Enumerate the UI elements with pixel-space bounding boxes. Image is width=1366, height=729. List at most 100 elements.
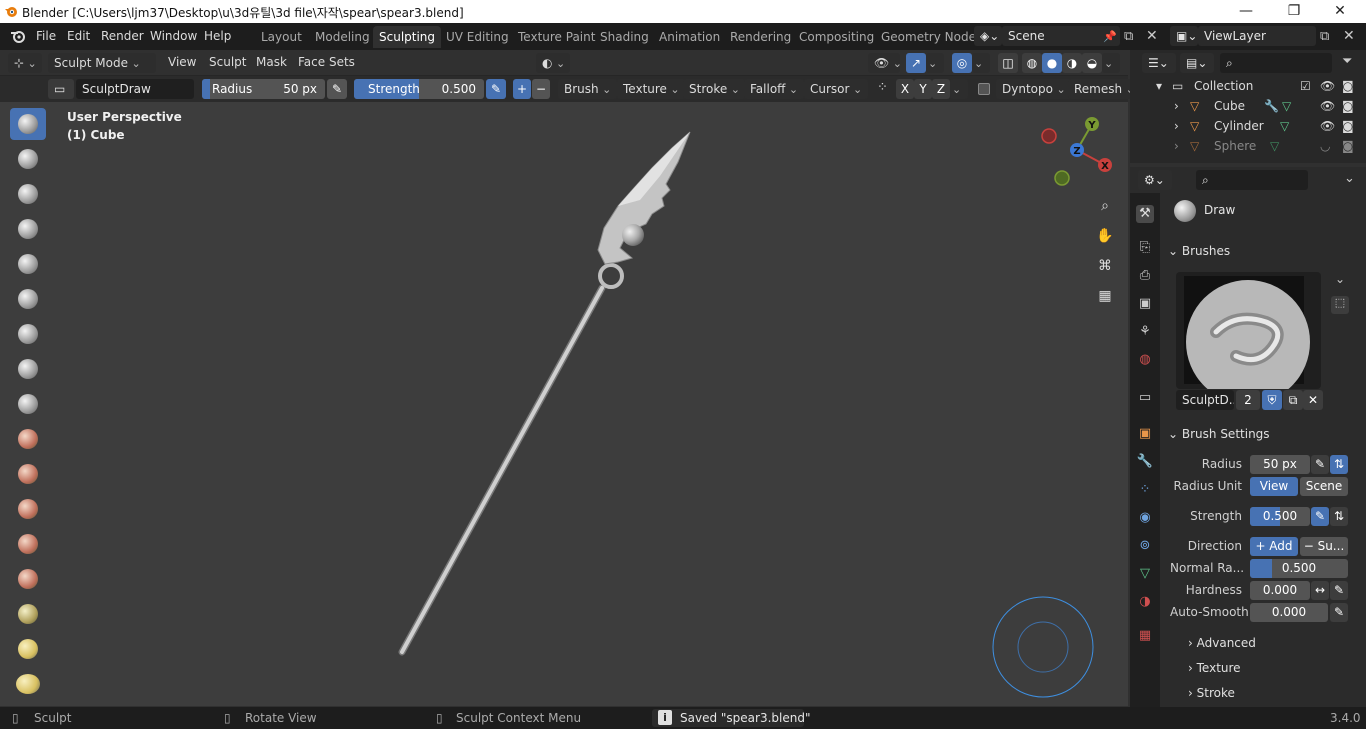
- rendered-shading-button[interactable]: ◒: [1082, 53, 1102, 73]
- strength-slider[interactable]: Strength 0.500: [354, 79, 484, 99]
- menu-window[interactable]: Window: [150, 29, 197, 43]
- brush-preview[interactable]: [1176, 272, 1321, 389]
- tool-pinch[interactable]: [10, 598, 46, 630]
- tab-sculpting[interactable]: Sculpting: [373, 26, 442, 48]
- brushes-panel-header[interactable]: ⌄ Brushes: [1168, 239, 1358, 263]
- tab-uv-editing[interactable]: UV Editing: [440, 26, 515, 48]
- camera-view-icon[interactable]: ⌘: [1093, 254, 1117, 278]
- hardness-field[interactable]: 0.000: [1250, 581, 1310, 600]
- texture-dropdown[interactable]: Texture: [617, 79, 686, 99]
- perspective-grid-icon[interactable]: ▦: [1093, 284, 1117, 308]
- strength-pressure-icon[interactable]: ✎: [486, 79, 506, 99]
- filter-icon[interactable]: ⏷: [1342, 54, 1352, 69]
- tool-tab-icon[interactable]: ⚒: [1136, 205, 1154, 223]
- menu-render[interactable]: Render: [101, 29, 144, 43]
- direction-subtract-button[interactable]: −: [532, 79, 550, 99]
- navigation-gizmo[interactable]: Y X Z: [1035, 116, 1115, 196]
- fake-user-shield-icon[interactable]: ⛨: [1262, 390, 1282, 410]
- material-shading-button[interactable]: ◑: [1062, 53, 1082, 73]
- status-report[interactable]: i Saved "spear3.blend": [652, 709, 810, 727]
- tab-compositing[interactable]: Compositing: [793, 26, 880, 48]
- properties-search-input[interactable]: ⌕: [1196, 170, 1308, 190]
- overlay-toggle-button[interactable]: ◎: [952, 53, 972, 73]
- outliner-editor-type[interactable]: ☰⌄: [1142, 53, 1176, 73]
- tab-animation[interactable]: Animation: [653, 26, 726, 48]
- blender-menu-icon[interactable]: [10, 29, 26, 43]
- radius-unified-icon[interactable]: ⇅: [1330, 455, 1348, 474]
- particles-tab-icon[interactable]: ⁘: [1136, 481, 1154, 499]
- tool-blob[interactable]: [10, 353, 46, 385]
- physics-tab-icon[interactable]: ◉: [1136, 509, 1154, 527]
- menu-file[interactable]: File: [36, 29, 56, 43]
- cursor-dropdown[interactable]: Cursor: [804, 79, 869, 99]
- viewlayer-selector-icon[interactable]: ▣⌄: [1170, 26, 1198, 46]
- maximize-button[interactable]: ❐: [1274, 2, 1314, 21]
- tool-draw[interactable]: [10, 108, 46, 140]
- data-tab-icon[interactable]: ▽: [1136, 565, 1154, 583]
- menu-face-sets[interactable]: Face Sets: [298, 55, 355, 69]
- falloff-dropdown[interactable]: Falloff: [744, 79, 805, 99]
- normal-radius-field[interactable]: 0.500: [1250, 559, 1348, 578]
- dyntopo-dropdown[interactable]: Dyntopo: [996, 79, 1072, 99]
- mode-dropdown[interactable]: Sculpt Mode: [48, 53, 156, 73]
- remove-viewlayer-icon[interactable]: ✕: [1343, 28, 1355, 44]
- direction-add-button[interactable]: +: [513, 79, 531, 99]
- brush-datablock-name[interactable]: SculptD...: [1176, 390, 1234, 410]
- outliner-search-input[interactable]: ⌕: [1220, 53, 1332, 73]
- render-tab-icon[interactable]: ⎘: [1136, 239, 1154, 257]
- outliner-row-sphere[interactable]: › ▽ Sphere ▽ ◡ ◙: [1130, 136, 1366, 156]
- scene-selector-icon[interactable]: ◈⌄: [974, 26, 1002, 46]
- brush-list-dropdown-icon[interactable]: ⌄: [1331, 272, 1349, 290]
- symmetry-z-button[interactable]: Z: [932, 79, 950, 99]
- hardness-pressure-icon[interactable]: ✎: [1330, 581, 1348, 600]
- editor-type-dropdown[interactable]: ⊹: [8, 53, 42, 73]
- properties-options-icon[interactable]: ⌄: [1344, 171, 1355, 186]
- tool-scrape[interactable]: [10, 528, 46, 560]
- menu-edit[interactable]: Edit: [67, 29, 90, 43]
- transform-pivot-dropdown[interactable]: ◐: [536, 53, 570, 73]
- auto-smooth-pressure-icon[interactable]: ✎: [1330, 603, 1348, 622]
- radius-unit-view-button[interactable]: View: [1250, 477, 1298, 496]
- collection-tab-icon[interactable]: ▭: [1136, 389, 1154, 407]
- brush-users-count[interactable]: 2: [1236, 390, 1260, 410]
- strength-pressure-icon[interactable]: ✎: [1311, 507, 1329, 526]
- outliner-row-cylinder[interactable]: › ▽ Cylinder ▽ 👁 ◙: [1130, 116, 1366, 136]
- wireframe-shading-button[interactable]: ◍: [1022, 53, 1042, 73]
- xray-toggle-button[interactable]: ◫: [998, 53, 1018, 73]
- output-tab-icon[interactable]: ⎙: [1136, 267, 1154, 285]
- view-layer-tab-icon[interactable]: ▣: [1136, 295, 1154, 313]
- gizmo-dropdown[interactable]: [926, 53, 944, 73]
- texture-tab-icon[interactable]: ▦: [1136, 627, 1154, 645]
- tool-clay[interactable]: [10, 178, 46, 210]
- new-viewlayer-icon[interactable]: ⧉: [1320, 29, 1329, 44]
- outliner-row-cube[interactable]: › ▽ Cube 🔧 ▽ 👁 ◙: [1130, 96, 1366, 116]
- tool-multiplane-scrape[interactable]: [10, 563, 46, 595]
- menu-help[interactable]: Help: [204, 29, 231, 43]
- symmetry-dropdown[interactable]: [950, 79, 968, 99]
- shading-dropdown[interactable]: [1102, 53, 1120, 73]
- stroke-dropdown[interactable]: Stroke: [683, 79, 746, 99]
- visibility-dropdown[interactable]: 👁: [868, 53, 900, 73]
- outliner-row-collection[interactable]: ▾ ▭ Collection ☑ 👁 ◙: [1130, 76, 1366, 96]
- 3d-viewport[interactable]: User Perspective (1) Cube Y X Z ⌕ ✋ ⌘ ▦: [0, 102, 1128, 706]
- duplicate-brush-icon[interactable]: ⧉: [1283, 390, 1303, 410]
- direction-add-button[interactable]: + Add: [1250, 537, 1298, 556]
- symmetry-y-button[interactable]: Y: [914, 79, 932, 99]
- tool-clay-thumb[interactable]: [10, 248, 46, 280]
- outliner-display-mode[interactable]: ▤⌄: [1180, 53, 1214, 73]
- brush-custom-icon[interactable]: ⬚: [1331, 296, 1349, 314]
- radius-field[interactable]: 50 px: [1250, 455, 1310, 474]
- zoom-icon[interactable]: ⌕: [1093, 194, 1117, 218]
- advanced-subpanel[interactable]: › Advanced: [1188, 631, 1366, 655]
- brush-icon[interactable]: ▭: [48, 79, 74, 99]
- tool-flatten[interactable]: [10, 458, 46, 490]
- direction-subtract-button[interactable]: − Su...: [1300, 537, 1348, 556]
- tool-grab[interactable]: [10, 633, 46, 665]
- tool-elastic-deform[interactable]: [10, 668, 46, 700]
- overlay-dropdown[interactable]: [972, 53, 990, 73]
- modifier-tab-icon[interactable]: 🔧: [1136, 453, 1154, 471]
- tool-layer[interactable]: [10, 283, 46, 315]
- pin-icon[interactable]: 📌: [1103, 30, 1117, 43]
- auto-smooth-field[interactable]: 0.000: [1250, 603, 1328, 622]
- tab-texture-paint[interactable]: Texture Paint: [512, 26, 601, 48]
